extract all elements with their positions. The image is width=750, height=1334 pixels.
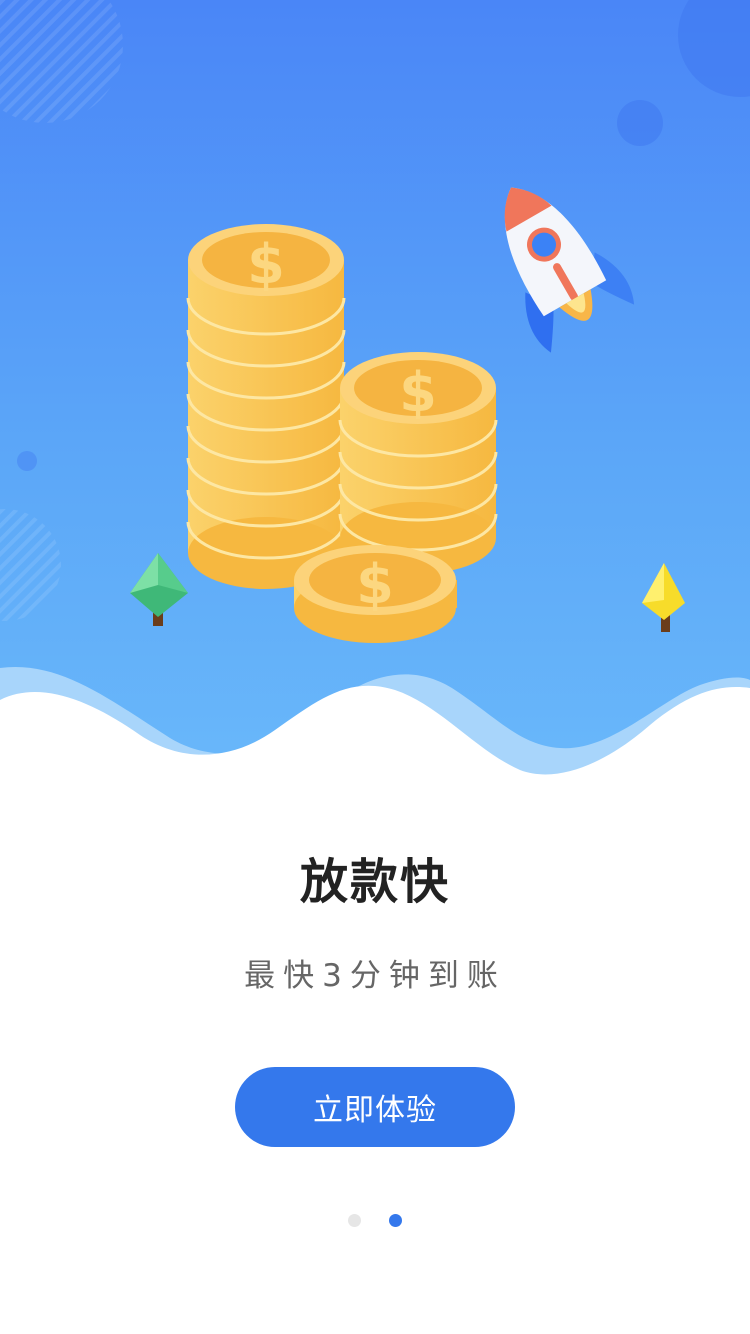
hero-artwork: $ $ $ [0,0,750,800]
decor-circle [17,451,37,471]
hero-illustration: $ $ $ [0,0,750,800]
tree-icon [642,563,685,632]
slide-title: 放款快 [299,854,450,910]
rocket-icon [504,187,635,353]
coin-stack-icon: $ [338,352,498,574]
tree-icon [130,553,188,626]
svg-text:$: $ [247,233,285,296]
svg-text:$: $ [399,361,437,424]
coin-icon: $ [294,545,457,643]
page-indicator [0,1214,750,1228]
page-dot-1[interactable] [348,1214,361,1227]
try-now-button[interactable]: 立即体验 [235,1067,515,1147]
decor-striped-circle [0,509,61,621]
slide-subtitle: 最快3分钟到账 [244,958,506,994]
page-dot-2-active[interactable] [389,1214,402,1227]
decor-circle [617,100,663,146]
decor-circle [678,0,750,97]
decor-striped-circle [0,0,123,123]
svg-text:$: $ [356,553,394,616]
coin-stack-icon: $ [186,224,346,589]
